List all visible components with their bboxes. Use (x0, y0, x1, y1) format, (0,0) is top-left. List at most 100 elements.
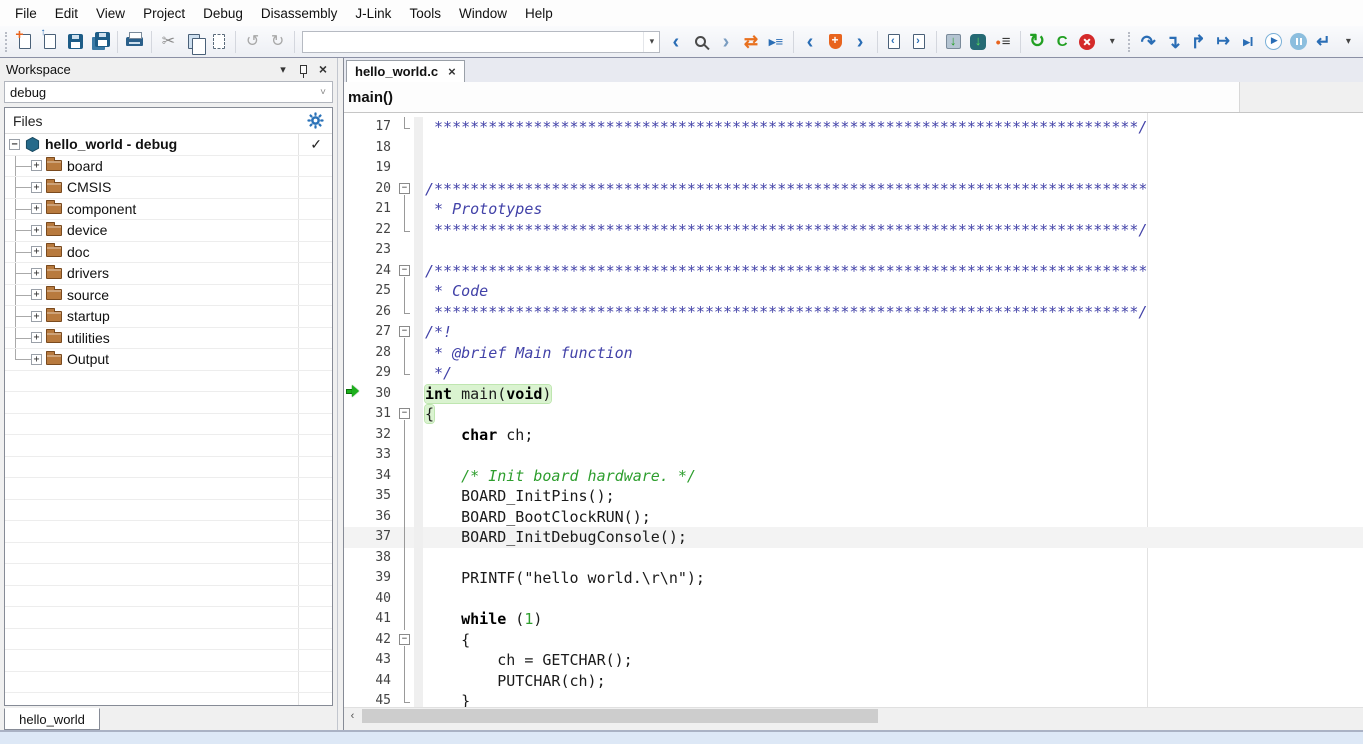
search-input[interactable] (303, 33, 643, 51)
code-line[interactable]: 45 } (344, 691, 1363, 707)
menu-edit[interactable]: Edit (46, 2, 87, 25)
code-line[interactable]: 28 * @brief Main function (344, 343, 1363, 364)
code-line[interactable]: 40 (344, 589, 1363, 610)
collapse-icon[interactable]: − (9, 139, 20, 150)
step-out-icon[interactable]: ↱ (1186, 29, 1211, 55)
breakpoint-column[interactable] (414, 568, 423, 589)
code-line[interactable]: 27−/*! (344, 322, 1363, 343)
menu-window[interactable]: Window (450, 2, 516, 25)
fold-collapse-icon[interactable]: − (398, 404, 414, 425)
menu-debug[interactable]: Debug (194, 2, 252, 25)
code-line[interactable]: 35 BOARD_InitPins(); (344, 486, 1363, 507)
tree-item-output[interactable]: +Output (5, 349, 332, 371)
expand-icon[interactable]: + (31, 354, 42, 365)
tree-item-cmsis[interactable]: +CMSIS (5, 177, 332, 199)
code-line[interactable]: 44 PUTCHAR(ch); (344, 671, 1363, 692)
breakpoint-column[interactable] (414, 691, 423, 707)
open-file-icon[interactable] (38, 29, 63, 55)
menu-project[interactable]: Project (134, 2, 194, 25)
breakpoint-column[interactable] (414, 589, 423, 610)
breakpoint-column[interactable] (414, 466, 423, 487)
find-previous-icon[interactable]: ‹ (663, 29, 688, 55)
breakpoint-column[interactable] (414, 425, 423, 446)
run-to-cursor-icon[interactable]: ▸I (1236, 29, 1261, 55)
code-line[interactable]: 38 (344, 548, 1363, 569)
breakpoint-column[interactable] (414, 363, 423, 384)
breakpoint-column[interactable] (414, 650, 423, 671)
next-bookmark-icon[interactable]: › (848, 29, 873, 55)
pin-icon[interactable] (295, 61, 311, 77)
code-line[interactable]: 34 /* Init board hardware. */ (344, 466, 1363, 487)
expand-icon[interactable]: + (31, 246, 42, 257)
breakpoint-column[interactable] (414, 138, 423, 159)
code-line[interactable]: 43 ch = GETCHAR(); (344, 650, 1363, 671)
paste-icon[interactable] (206, 29, 231, 55)
tree-item-component[interactable]: +component (5, 199, 332, 221)
breakpoint-column[interactable] (414, 404, 423, 425)
breakpoint-column[interactable] (414, 322, 423, 343)
breakpoint-column[interactable] (414, 630, 423, 651)
scrollbar-thumb[interactable] (362, 709, 878, 723)
step-over-icon[interactable]: ↷ (1136, 29, 1161, 55)
expand-icon[interactable]: + (31, 332, 42, 343)
expand-icon[interactable]: + (31, 160, 42, 171)
code-line[interactable]: 21 * Prototypes (344, 199, 1363, 220)
code-line[interactable]: 32 char ch; (344, 425, 1363, 446)
breakpoint-column[interactable] (414, 486, 423, 507)
previous-file-icon[interactable] (882, 29, 907, 55)
code-line[interactable]: 18 (344, 138, 1363, 159)
tree-item-drivers[interactable]: +drivers (5, 263, 332, 285)
menu-tools[interactable]: Tools (400, 2, 450, 25)
menu-view[interactable]: View (87, 2, 134, 25)
breakpoint-column[interactable] (414, 220, 423, 241)
breakpoint-column[interactable] (414, 507, 423, 528)
code-line[interactable]: 26 *************************************… (344, 302, 1363, 323)
navigate-swap-icon[interactable]: ⇄ (738, 29, 763, 55)
code-line[interactable]: 41 while (1) (344, 609, 1363, 630)
expand-icon[interactable]: + (31, 289, 42, 300)
code-line[interactable]: 37 BOARD_InitDebugConsole(); (344, 527, 1363, 548)
chevron-down-icon[interactable]: ▾ (643, 32, 659, 52)
close-tab-icon[interactable]: × (448, 64, 456, 79)
breakpoint-column[interactable] (414, 302, 423, 323)
expand-icon[interactable]: + (31, 203, 42, 214)
code-line[interactable]: 17 *************************************… (344, 117, 1363, 138)
redo-icon[interactable]: ↻ (265, 29, 290, 55)
code-line[interactable]: 25 * Code (344, 281, 1363, 302)
tree-item-source[interactable]: +source (5, 285, 332, 307)
function-selector[interactable]: main() (344, 82, 1240, 112)
menu-file[interactable]: File (6, 2, 46, 25)
breakpoint-icon[interactable] (823, 29, 848, 55)
previous-bookmark-icon[interactable]: ‹ (797, 29, 822, 55)
breakpoint-column[interactable] (414, 343, 423, 364)
code-view[interactable]: 17 *************************************… (344, 113, 1363, 707)
fold-collapse-icon[interactable]: − (398, 261, 414, 282)
breakpoint-column[interactable] (414, 158, 423, 179)
list-navigate-icon[interactable]: ▸≡ (763, 29, 788, 55)
code-line[interactable]: 36 BOARD_BootClockRUN(); (344, 507, 1363, 528)
code-line[interactable]: 19 (344, 158, 1363, 179)
configuration-selector[interactable]: debug ˅ (4, 81, 333, 103)
step-into-icon[interactable]: ↴ (1161, 29, 1186, 55)
breakpoint-column[interactable] (414, 384, 423, 405)
code-line[interactable]: 24−/************************************… (344, 261, 1363, 282)
save-all-icon[interactable] (88, 29, 113, 55)
code-line[interactable]: 20−/************************************… (344, 179, 1363, 200)
call-stack-icon[interactable]: ≡ (991, 29, 1016, 55)
breakpoint-column[interactable] (414, 261, 423, 282)
horizontal-scrollbar[interactable]: ‹ (344, 707, 1363, 724)
code-line[interactable]: 22 *************************************… (344, 220, 1363, 241)
code-line[interactable]: 31−{ (344, 404, 1363, 425)
scrollbar-track[interactable] (361, 708, 1363, 724)
reload-icon[interactable]: C (1050, 29, 1075, 55)
expand-icon[interactable]: + (31, 311, 42, 322)
fold-collapse-icon[interactable]: − (398, 179, 414, 200)
menu-j-link[interactable]: J-Link (346, 2, 400, 25)
find-next-icon[interactable]: › (713, 29, 738, 55)
breakpoint-column[interactable] (414, 548, 423, 569)
stop-debugging-icon[interactable]: ↵ (1311, 29, 1336, 55)
print-icon[interactable] (122, 29, 147, 55)
tree-item-board[interactable]: +board (5, 156, 332, 178)
expand-icon[interactable]: + (31, 225, 42, 236)
workspace-bottom-tab[interactable]: hello_world (4, 708, 100, 730)
